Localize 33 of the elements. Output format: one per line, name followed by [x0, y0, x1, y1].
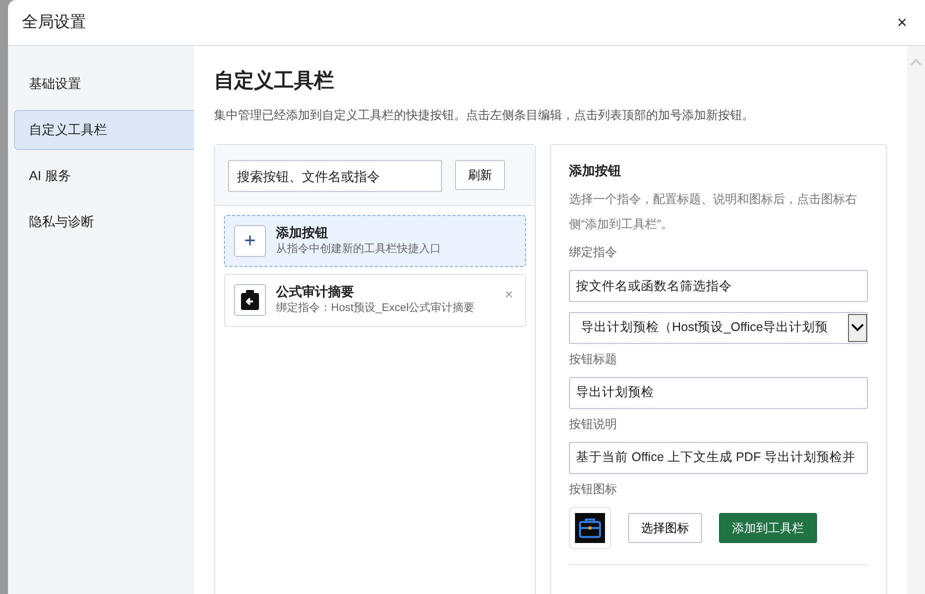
sidebar-item[interactable]: 自定义工具栏: [14, 110, 194, 150]
item-subtitle: 从指令中创建新的工具栏快捷入口: [276, 242, 441, 257]
editor-hint: 选择一个指令，配置标题、说明和图标后，点击图标右侧“添加到工具栏”。: [569, 190, 858, 232]
plus-icon: +: [244, 231, 256, 252]
caret-icon: [848, 314, 867, 342]
page-description: 集中管理已经添加到自定义工具栏的快捷按钮。点击左侧条目编辑，点击列表顶部的加号添加新按钮。: [214, 107, 755, 124]
search-field[interactable]: 搜索按钮、文件名或指令: [228, 160, 442, 192]
clipboard-icon: [234, 284, 266, 316]
input-field[interactable]: 按文件名或函数名筛选指令: [569, 270, 868, 302]
input-field[interactable]: 基于当前 Office 上下文生成 PDF 导出计划预检并: [569, 442, 868, 474]
item-title: 添加按钮: [276, 225, 329, 242]
add-to-toolbar-button[interactable]: 添加到工具栏: [719, 512, 817, 542]
editor-title: 添加按钮: [569, 162, 622, 180]
field-label: 按钮图标: [569, 480, 618, 498]
sidebar-item[interactable]: 隐私与诊断: [14, 202, 194, 242]
briefcase-icon: [575, 512, 605, 542]
choose-icon-button[interactable]: 选择图标: [628, 512, 702, 542]
input-field[interactable]: 导出计划预检: [569, 376, 868, 408]
list-item[interactable]: + 添加按钮 从指令中创建新的工具栏快捷入口: [224, 215, 526, 268]
command-select[interactable]: 导出计划预检（Host预设_Office导出计划预: [569, 312, 868, 344]
field-label: 绑定指令: [569, 244, 618, 260]
item-title: 公式审计摘要: [276, 284, 355, 302]
list-item[interactable]: 公式审计摘要 绑定指令：Host预设_Excel公式审计摘要 ×: [224, 274, 526, 327]
sidebar-item[interactable]: 基础设置: [14, 64, 194, 104]
field-label: 按钮标题: [569, 350, 618, 368]
dialog-title: 全局设置: [22, 12, 86, 32]
page-title: 自定义工具栏: [214, 68, 335, 94]
sidebar-item[interactable]: AI 服务: [14, 156, 194, 196]
close-button[interactable]: ×: [893, 14, 911, 31]
item-subtitle: 绑定指令：Host预设_Excel公式审计摘要: [276, 301, 475, 316]
refresh-button[interactable]: 刷新: [455, 160, 505, 190]
field-label: 按钮说明: [569, 416, 618, 432]
scroll-up-icon[interactable]: [910, 58, 922, 66]
